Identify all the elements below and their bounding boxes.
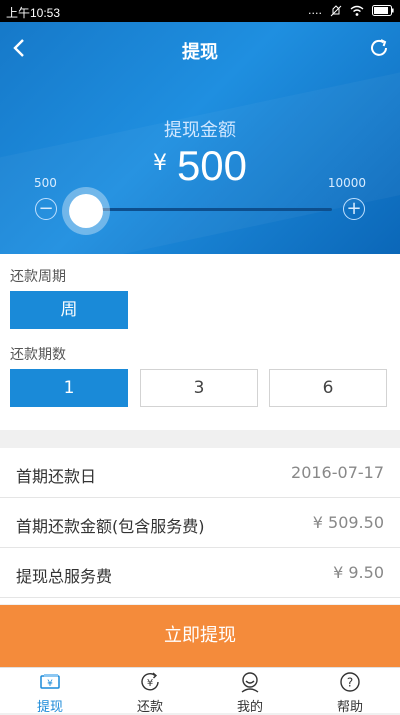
- slider-min-label: 500: [34, 176, 57, 190]
- battery-icon: [372, 5, 394, 16]
- detail-row: 首期还款金额(包含服务费) ¥ 509.50: [0, 498, 400, 548]
- repay-icon: ¥: [141, 672, 159, 691]
- slider-max-label: 10000: [327, 176, 366, 190]
- count-option-1[interactable]: 1: [10, 369, 128, 407]
- wifi-icon: [350, 5, 364, 16]
- status-bar: 上午10:53 ....: [0, 0, 400, 22]
- refresh-icon[interactable]: [368, 37, 390, 59]
- count-option-6[interactable]: 6: [269, 369, 387, 407]
- repayment-details: 首期还款日 2016-07-17 首期还款金额(包含服务费) ¥ 509.50 …: [0, 448, 400, 604]
- detail-row: 首期还款日 2016-07-17: [0, 448, 400, 498]
- count-option-3[interactable]: 3: [140, 369, 258, 407]
- amount-panel: 提现 提现金额 ¥500 500 10000 − +: [0, 22, 400, 254]
- tab-help-label: 帮助: [336, 700, 363, 715]
- detail-row: 提现总服务费 ¥ 9.50: [0, 548, 400, 598]
- signal-dots: ....: [308, 4, 322, 17]
- withdraw-now-button[interactable]: 立即提现: [0, 605, 400, 667]
- tab-profile-label: 我的: [236, 700, 263, 715]
- first-due-date-label: 首期还款日: [16, 467, 97, 486]
- repay-count-label: 还款期数: [10, 347, 66, 363]
- status-time: 上午10:53: [6, 6, 61, 20]
- tab-withdraw[interactable]: ¥ 提现: [0, 668, 100, 715]
- tab-profile[interactable]: 我的: [200, 668, 300, 715]
- amount-slider-knob[interactable]: [62, 187, 110, 235]
- mute-icon: [330, 4, 342, 16]
- slider-knob-center: [69, 194, 103, 228]
- first-payment-value: ¥ 509.50: [312, 513, 384, 532]
- tab-repay[interactable]: ¥ 还款: [100, 668, 200, 715]
- tab-help[interactable]: ? 帮助: [300, 668, 400, 715]
- help-icon: ?: [340, 672, 360, 692]
- amount-value: 500: [176, 142, 248, 189]
- total-fee-label: 提现总服务费: [16, 567, 113, 586]
- svg-text:?: ?: [347, 676, 353, 690]
- period-option-week[interactable]: 周: [10, 291, 128, 329]
- currency-symbol: ¥: [152, 151, 167, 176]
- repay-period-label: 还款周期: [10, 269, 66, 285]
- first-due-date-value: 2016-07-17: [291, 463, 384, 482]
- first-payment-label: 首期还款金额(包含服务费): [16, 517, 205, 536]
- tab-repay-label: 还款: [136, 700, 163, 715]
- increase-amount-button[interactable]: +: [343, 198, 365, 220]
- profile-icon: [241, 672, 259, 693]
- total-fee-value: ¥ 9.50: [333, 563, 384, 582]
- status-icons: ....: [308, 4, 394, 17]
- svg-text:¥: ¥: [147, 678, 153, 689]
- svg-text:¥: ¥: [47, 679, 53, 689]
- tab-withdraw-label: 提现: [36, 700, 63, 715]
- repayment-options: 还款周期 周 还款期数 1 3 6: [0, 254, 400, 430]
- withdraw-icon: ¥: [40, 674, 60, 689]
- amount-label: 提现金额: [164, 120, 236, 141]
- decrease-amount-button[interactable]: −: [35, 198, 57, 220]
- bottom-tab-bar: ¥ 提现 ¥ 还款 我的 ? 帮助: [0, 667, 400, 715]
- page-title: 提现: [182, 42, 218, 63]
- amount-slider-track[interactable]: [86, 208, 332, 211]
